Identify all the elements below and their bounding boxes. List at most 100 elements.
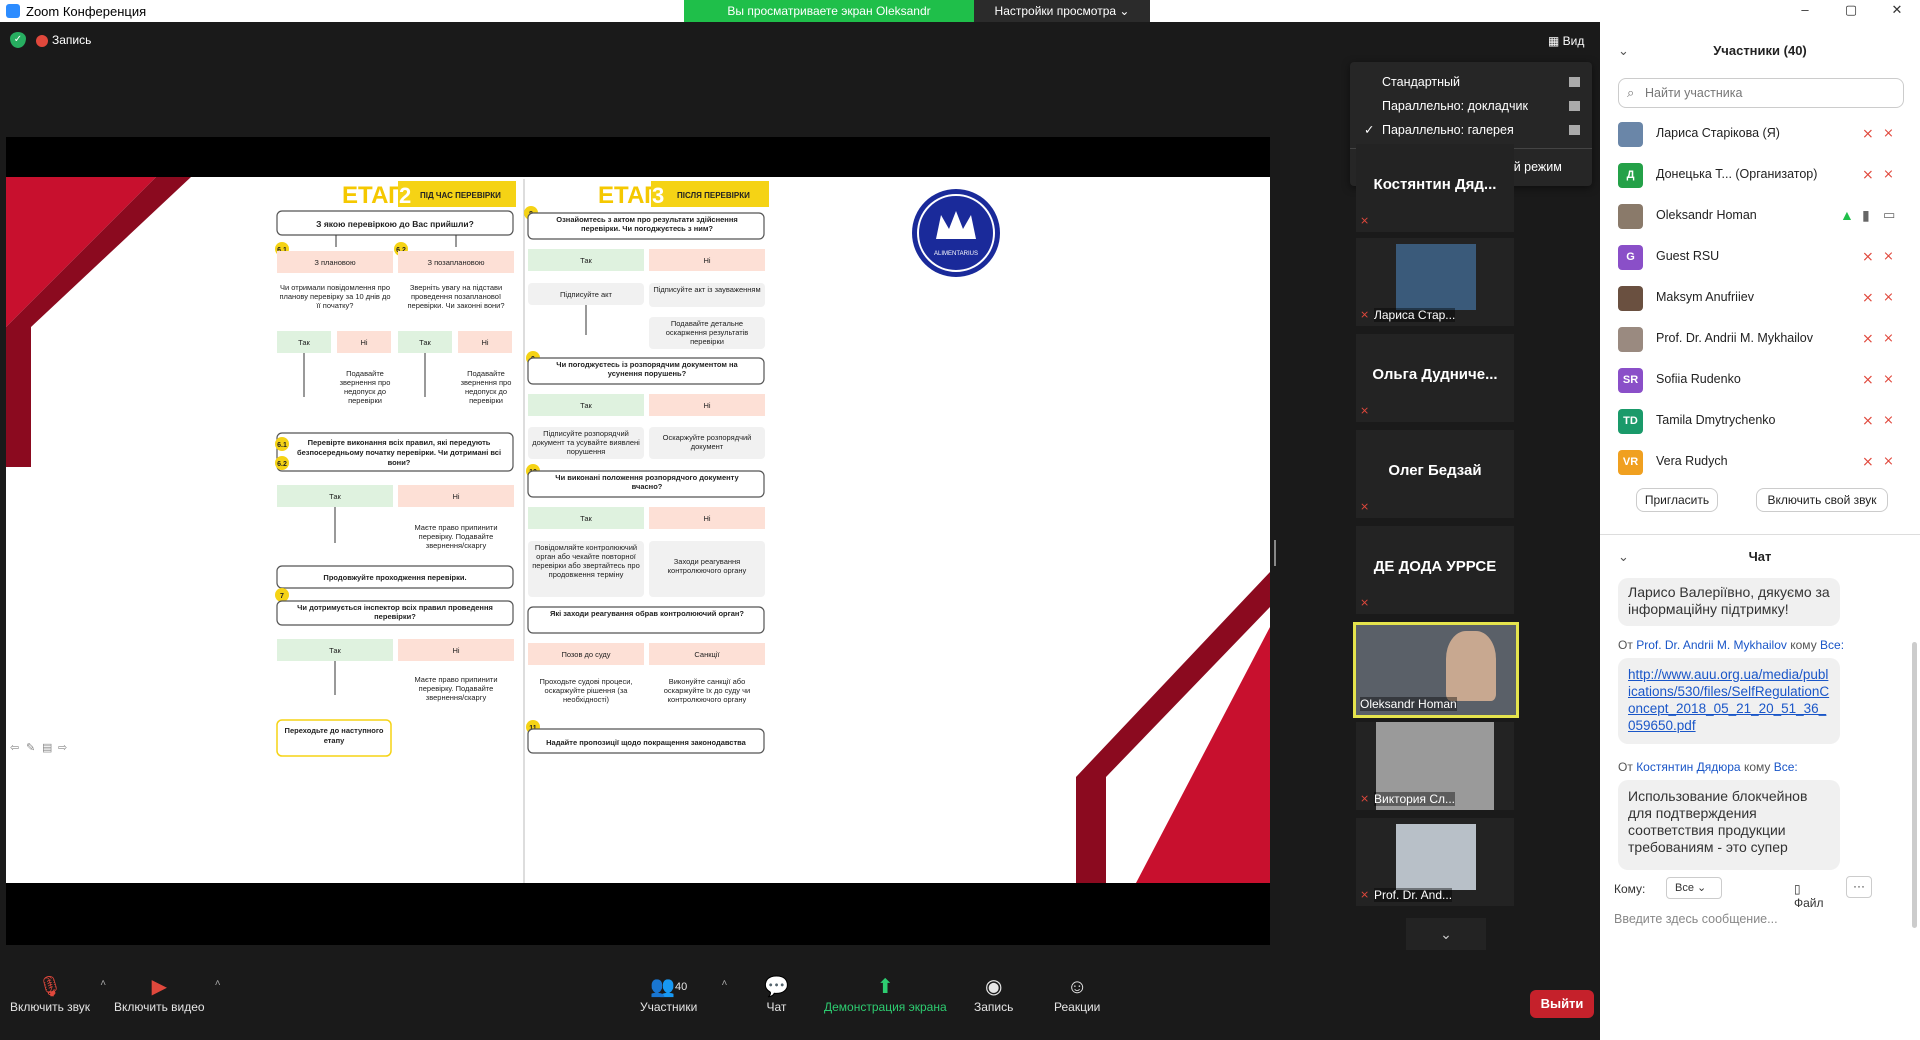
participant-row[interactable]: Д Донецька Т... (Организатор) ⨯ ⨯ — [1600, 155, 1920, 196]
participant-row[interactable]: Prof. Dr. Andrii M. Mykhailov ⨯ ⨯ — [1600, 319, 1920, 360]
invite-button[interactable]: Пригласить — [1636, 488, 1718, 512]
more-thumbnails-button[interactable]: ⌄ — [1406, 918, 1486, 950]
view-standard[interactable]: Стандартный — [1350, 70, 1592, 94]
record-button[interactable]: ◉ Запись — [974, 974, 1013, 1014]
video-tile[interactable]: ⨯ Prof. Dr. And... — [1356, 818, 1514, 906]
muted-mic-icon[interactable]: ⨯ — [1862, 248, 1874, 265]
video-tile[interactable]: Ольга Дудниче... ⨯ — [1356, 334, 1514, 422]
muted-mic-icon: ⨯ — [1360, 793, 1370, 805]
svg-text:Так: Так — [329, 492, 341, 501]
participant-row[interactable]: Maksym Anufriiev ⨯ ⨯ — [1600, 278, 1920, 319]
collapse-chevron-icon[interactable]: ⌄ — [1618, 34, 1629, 68]
mic-icon[interactable]: ▮ — [1862, 207, 1870, 224]
leave-button[interactable]: Выйти — [1530, 990, 1594, 1018]
muted-mic-icon: ⨯ — [1360, 597, 1370, 609]
muted-mic-icon[interactable]: ⨯ — [1862, 330, 1874, 347]
participant-row[interactable]: Лариса Старікова (Я) ⨯ ⨯ — [1600, 114, 1920, 155]
pen-icon: ✎ — [26, 742, 35, 754]
chat-scrollbar[interactable] — [1912, 642, 1917, 928]
participant-video — [1446, 631, 1496, 701]
record-icon: ◉ — [984, 976, 1003, 998]
viewing-screen-label: Вы просматриваете экран Oleksandr Homan — [684, 0, 974, 40]
video-tile[interactable]: Олег Бедзай ⨯ — [1356, 430, 1514, 518]
security-shield-icon[interactable]: ✓ — [10, 32, 26, 48]
slide-canvas: ЕТАП 2 ПІД ЧАС ПЕРЕВІРКИ ЕТАП 3 ПІСЛЯ ПЕ… — [6, 177, 1270, 883]
video-tile[interactable]: ДЕ ДОДА УРРСЕ ⨯ — [1356, 526, 1514, 614]
participant-video — [1396, 244, 1476, 310]
sender-name[interactable]: Prof. Dr. Andrii M. Mykhailov — [1636, 638, 1787, 652]
video-tile[interactable]: ⨯ Лариса Стар... — [1356, 238, 1514, 326]
collapse-chevron-icon[interactable]: ⌄ — [1618, 540, 1629, 574]
caret-up-icon[interactable]: ˄ — [721, 978, 727, 989]
muted-mic-icon[interactable]: ⨯ — [1862, 412, 1874, 429]
recipient-select[interactable]: Все ⌄ — [1666, 877, 1722, 899]
right-flowchart: 8 Ознайомтесь з актом про результати зді… — [524, 206, 765, 754]
video-off-icon[interactable]: ⨯ — [1883, 453, 1894, 469]
participant-search-input[interactable]: ⌕ Найти участника — [1618, 78, 1904, 108]
svg-text:Надайте пропозиції щодо покращ: Надайте пропозиції щодо покращення закон… — [546, 738, 747, 747]
recording-indicator[interactable]: Запись — [36, 33, 91, 47]
participant-row[interactable]: VR Vera Rudych ⨯ ⨯ — [1600, 442, 1920, 483]
video-off-icon[interactable]: ⨯ — [1883, 125, 1894, 141]
video-off-icon[interactable]: ⨯ — [1883, 330, 1894, 346]
chat-input[interactable]: Введите здесь сообщение... — [1614, 912, 1778, 926]
view-button[interactable]: ▦ Вид — [1548, 34, 1584, 48]
video-off-icon[interactable]: ⨯ — [1883, 289, 1894, 305]
minimize-button[interactable]: – — [1782, 0, 1828, 22]
video-off-icon[interactable]: ⨯ — [1883, 371, 1894, 387]
sharing-icon: ▲ — [1840, 207, 1854, 223]
video-tile-active-speaker[interactable]: Oleksandr Homan — [1353, 622, 1519, 718]
caret-up-icon[interactable]: ˄ — [215, 978, 221, 989]
avatar — [1618, 327, 1643, 352]
video-off-icon[interactable]: ⨯ — [1883, 412, 1894, 428]
video-off-icon[interactable]: ⨯ — [1883, 166, 1894, 182]
close-button[interactable]: ✕ — [1874, 0, 1920, 22]
muted-mic-icon[interactable]: ⨯ — [1862, 453, 1874, 470]
muted-mic-icon[interactable]: ⨯ — [1862, 166, 1874, 183]
smile-icon: ☺ — [1066, 976, 1088, 998]
view-side-gallery[interactable]: ✓ Параллельно: галерея — [1350, 118, 1592, 142]
video-tile[interactable]: ⨯ Виктория Сл... — [1356, 722, 1514, 810]
participant-label: Лариса Стар... — [1374, 308, 1456, 322]
reactions-button[interactable]: ☺ Реакции — [1054, 974, 1100, 1014]
participant-row[interactable]: Oleksandr Homan ▲ ▮ ▭ — [1600, 196, 1920, 237]
participant-row[interactable]: G Guest RSU ⨯ ⨯ — [1600, 237, 1920, 278]
stage3-num: 3 — [652, 183, 664, 208]
record-dot-icon — [36, 34, 48, 47]
stage2-word: ЕТАП — [342, 182, 405, 209]
participant-row[interactable]: SR Sofiia Rudenko ⨯ ⨯ — [1600, 360, 1920, 401]
svg-text:Підписуйте акт: Підписуйте акт — [560, 290, 613, 299]
participant-name: Ольга Дудниче... — [1372, 366, 1498, 383]
maximize-button[interactable]: ▢ — [1828, 0, 1874, 22]
view-side-speaker[interactable]: Параллельно: докладчик — [1350, 94, 1592, 118]
chat-button[interactable]: 💬 Чат — [764, 974, 789, 1014]
unmute-button[interactable]: 🎙 Включить звук ˄ — [10, 974, 106, 1014]
split-drag-handle[interactable] — [1274, 540, 1276, 566]
more-options-button[interactable]: ··· — [1846, 876, 1872, 898]
caret-up-icon[interactable]: ˄ — [100, 978, 106, 989]
share-screen-button[interactable]: ⬆ Демонстрация экрана — [824, 974, 947, 1014]
view-options-button[interactable]: Настройки просмотра ⌄ — [974, 0, 1150, 22]
chat-header: ⌄ Чат — [1600, 540, 1920, 574]
meeting-info: ✓ Запись — [10, 32, 91, 48]
muted-mic-icon[interactable]: ⨯ — [1862, 289, 1874, 306]
participant-name: Олег Бедзай — [1388, 462, 1482, 479]
muted-mic-icon[interactable]: ⨯ — [1862, 125, 1874, 142]
svg-text:Ні: Ні — [703, 256, 710, 265]
video-tile[interactable]: Костянтин Дяд... ⨯ — [1356, 144, 1514, 232]
participant-name: Донецька Т... (Организатор) — [1656, 167, 1818, 181]
chat-link[interactable]: http://www.auu.org.ua/media/publications… — [1628, 667, 1829, 733]
chat-message: Ларисо Валеріївно, дякуємо за інформацій… — [1618, 578, 1840, 626]
file-button[interactable]: ▯ Файл — [1794, 882, 1824, 910]
participant-row[interactable]: TD Tamila Dmytrychenko ⨯ ⨯ — [1600, 401, 1920, 442]
avatar: SR — [1618, 368, 1643, 393]
video-off-icon[interactable]: ⨯ — [1883, 248, 1894, 264]
start-video-button[interactable]: ▶ Включить видео ˄ — [114, 974, 221, 1014]
from-label: От — [1618, 760, 1633, 774]
sender-name[interactable]: Костянтин Дядюра — [1636, 760, 1740, 774]
muted-mic-icon[interactable]: ⨯ — [1862, 371, 1874, 388]
unmute-me-button[interactable]: Включить свой звук — [1756, 488, 1888, 512]
standard-view-icon — [1569, 77, 1580, 87]
video-icon[interactable]: ▭ — [1883, 207, 1895, 223]
participants-button[interactable]: 👥40 Участники ˄ — [640, 974, 727, 1014]
